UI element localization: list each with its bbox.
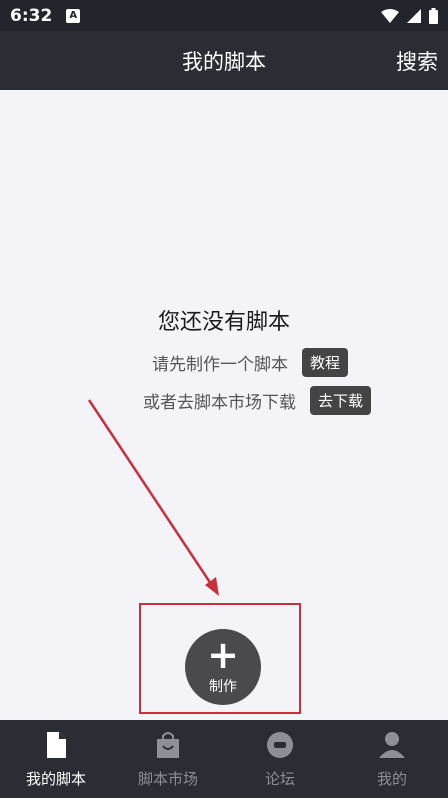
nav-mine[interactable]: 我的 [336,720,448,798]
notification-badge: A [66,8,81,23]
tutorial-button[interactable]: 教程 [302,348,349,377]
nav-label: 论坛 [264,769,295,788]
empty-state-line2: 或者去脚本市场下载 [143,393,296,413]
status-icons [381,7,438,24]
nav-label: 我的 [376,769,407,788]
nav-label: 脚本市场 [137,769,198,788]
empty-state-title: 您还没有脚本 [157,310,290,335]
app-header: 我的脚本 搜索 [0,31,448,90]
status-time: 6:32 [10,5,53,26]
nav-script-market[interactable]: 脚本市场 [112,720,224,798]
empty-state-row-download: 或者去脚本市场下载 去下载 [143,386,372,415]
person-icon [379,731,405,758]
bottom-nav: 我的脚本 脚本市场 论坛 我的 [0,720,448,798]
create-label: 制作 [209,679,237,695]
battery-icon [429,7,438,24]
shopping-bag-icon [157,731,179,758]
empty-state-line1: 请先制作一个脚本 [152,355,288,375]
plus-icon: + [207,633,239,677]
chat-bubble-icon [267,731,293,758]
nav-my-scripts[interactable]: 我的脚本 [0,720,112,798]
wifi-icon [381,8,399,23]
download-button[interactable]: 去下载 [310,386,372,415]
search-button[interactable]: 搜索 [396,31,438,90]
signal-icon [407,8,421,23]
status-bar: 6:32 A [0,0,448,31]
nav-forum[interactable]: 论坛 [224,720,336,798]
page-title: 我的脚本 [182,49,266,74]
create-script-button[interactable]: + 制作 [185,629,261,705]
empty-state-row-create: 请先制作一个脚本 教程 [152,348,349,377]
document-icon [47,731,66,758]
nav-label: 我的脚本 [25,769,86,788]
